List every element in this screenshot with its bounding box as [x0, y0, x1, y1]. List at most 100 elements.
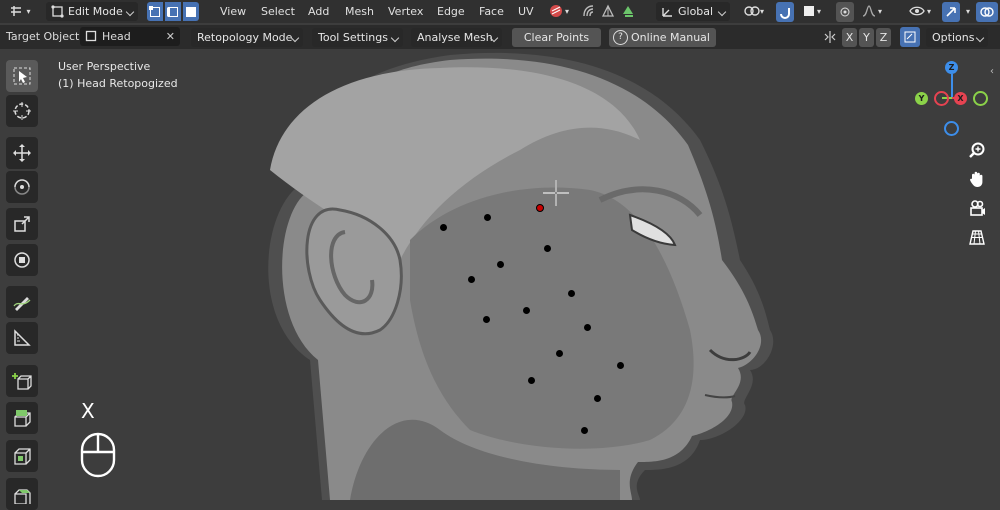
add-cube-icon — [12, 373, 32, 390]
face-select-icon[interactable] — [183, 2, 199, 21]
gizmo-x-axis[interactable]: X — [954, 92, 967, 105]
retopo-point[interactable] — [584, 324, 591, 331]
retopo-point[interactable] — [497, 261, 504, 268]
menu-face[interactable]: Face — [479, 0, 504, 23]
falloff-icon[interactable]: ▾ — [856, 1, 888, 21]
rotate-tool[interactable] — [6, 171, 38, 203]
menu-view[interactable]: View — [220, 0, 246, 23]
extrude-icon — [14, 410, 31, 427]
measure-tool[interactable] — [6, 322, 38, 354]
online-manual-button[interactable]: ? Online Manual — [609, 28, 716, 47]
target-object-label: Target Object: — [6, 30, 84, 43]
perspective-label: User Perspective — [58, 60, 151, 73]
select-box-tool[interactable] — [6, 60, 38, 92]
add-cube-tool[interactable] — [6, 365, 38, 397]
retopo-point[interactable] — [484, 214, 491, 221]
retopo-point[interactable] — [468, 276, 475, 283]
auto-merge-icon[interactable] — [900, 27, 920, 47]
menu-uv[interactable]: UV — [518, 0, 534, 23]
camera-icon — [970, 200, 985, 216]
gizmo-toggle-icon[interactable] — [942, 2, 960, 22]
key-hint-label: X — [81, 399, 95, 423]
options-dropdown[interactable]: Options — [926, 28, 988, 47]
mirror-y-button[interactable]: Y — [859, 28, 874, 47]
zoom-view-button[interactable] — [966, 139, 988, 161]
menu-vertex[interactable]: Vertex — [388, 0, 423, 23]
retopo-point[interactable] — [594, 395, 601, 402]
menu-mesh[interactable]: Mesh — [345, 0, 374, 23]
clear-field-icon[interactable]: ✕ — [166, 27, 175, 46]
edit-mode-icon — [51, 5, 64, 18]
visibility-icon[interactable]: ▾ — [904, 1, 936, 21]
gizmo-y-axis[interactable]: Y — [915, 92, 928, 105]
retopo-point[interactable] — [556, 350, 563, 357]
move-tool[interactable] — [6, 137, 38, 169]
camera-view-button[interactable] — [966, 197, 988, 219]
retopo-point[interactable] — [617, 362, 624, 369]
select-box-icon — [13, 67, 31, 85]
retopo-point[interactable] — [581, 427, 588, 434]
gizmo-neg-x-axis[interactable] — [934, 91, 949, 106]
retopo-addon-icon[interactable] — [618, 1, 638, 21]
target-object-field[interactable]: Head ✕ — [80, 27, 180, 46]
bevel-icon — [14, 489, 31, 504]
retopo-point[interactable] — [483, 316, 490, 323]
clear-points-button[interactable]: Clear Points — [512, 28, 601, 47]
header-bar: ▾ Edit Mode View Select Add Mesh Vertex … — [0, 0, 1000, 23]
edge-select-icon[interactable] — [165, 2, 181, 21]
target-object-value: Head — [102, 30, 131, 43]
global-orientation-icon — [662, 8, 672, 17]
pan-view-button[interactable] — [966, 168, 988, 190]
menu-select[interactable]: Select — [261, 0, 295, 23]
perspective-toggle-button[interactable] — [966, 226, 988, 248]
gizmo-z-axis[interactable]: Z — [945, 61, 958, 74]
retopo-point[interactable] — [528, 377, 535, 384]
transform-orientation-dropdown[interactable]: Global — [656, 2, 730, 21]
extrude-tool[interactable] — [6, 402, 38, 434]
online-manual-label: Online Manual — [631, 31, 710, 44]
inset-tool[interactable] — [6, 440, 38, 472]
xray-icon[interactable] — [578, 1, 598, 21]
retopo-point[interactable] — [568, 290, 575, 297]
measure-icon — [14, 329, 31, 346]
gizmo-dropdown-icon[interactable]: ▾ — [962, 1, 974, 21]
gizmo-neg-z-axis[interactable] — [944, 121, 959, 136]
transform-tool[interactable] — [6, 244, 38, 276]
mirror-x-button[interactable]: X — [842, 28, 857, 47]
overlay-mesh-icon[interactable]: ▾ — [543, 1, 575, 21]
pivot-point-icon[interactable]: ▾ — [738, 1, 770, 21]
gizmo-neg-y-axis[interactable] — [973, 91, 988, 106]
viewport-canvas[interactable] — [0, 50, 1000, 500]
tool-settings-dropdown[interactable]: Tool Settings — [312, 28, 403, 47]
snap-target-icon[interactable]: ▾ — [796, 1, 828, 21]
retopo-point[interactable] — [440, 224, 447, 231]
editor-type-icon[interactable]: ▾ — [4, 1, 36, 21]
crosshair-cursor-icon — [543, 180, 569, 206]
retopology-mode-dropdown[interactable]: Retopology Mode — [191, 28, 303, 47]
analyse-mesh-dropdown[interactable]: Analyse Mesh — [411, 28, 502, 47]
cursor-tool[interactable] — [6, 95, 38, 127]
vertex-select-icon[interactable] — [147, 2, 163, 21]
transform-orientation-label: Global — [678, 5, 714, 18]
snapping-icon[interactable] — [776, 2, 794, 22]
sidebar-toggle-icon[interactable]: ‹ — [990, 66, 994, 77]
active-object-label: (1) Head Retopogized — [58, 77, 178, 90]
menu-add[interactable]: Add — [308, 0, 329, 23]
mode-dropdown[interactable]: Edit Mode — [46, 2, 138, 21]
bevel-tool[interactable] — [6, 478, 38, 510]
retopo-point[interactable] — [523, 307, 530, 314]
snap-mirror-icon[interactable] — [598, 1, 618, 21]
overlays-icon[interactable] — [976, 2, 998, 22]
mirror-z-button[interactable]: Z — [876, 28, 891, 47]
mouse-icon — [80, 432, 116, 478]
retopo-point[interactable] — [544, 245, 551, 252]
cursor-icon — [13, 102, 31, 120]
move-icon — [13, 144, 31, 162]
mode-label: Edit Mode — [68, 5, 123, 18]
inset-icon — [14, 448, 31, 465]
menu-edge[interactable]: Edge — [437, 0, 465, 23]
proportional-edit-icon[interactable] — [836, 2, 854, 22]
tool-options-bar: Target Object: Head ✕ Retopology Mode To… — [0, 25, 1000, 49]
scale-tool[interactable] — [6, 208, 38, 240]
annotate-tool[interactable] — [6, 286, 38, 318]
